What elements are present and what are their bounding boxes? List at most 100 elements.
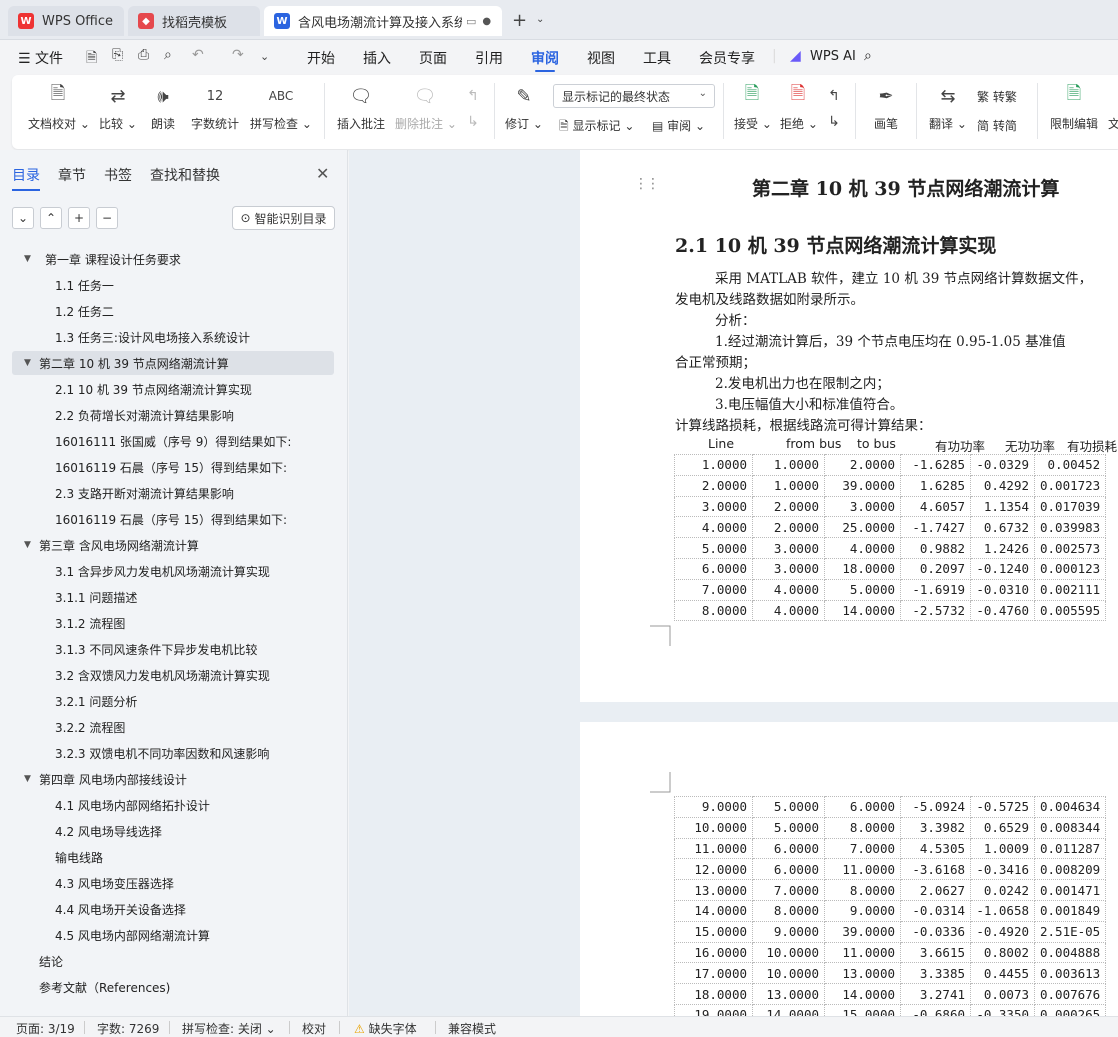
- spell-check-button[interactable]: ABC 拼写检查 ⌄: [250, 83, 312, 132]
- toc-item[interactable]: 2.2 负荷增长对潮流计算结果影响: [12, 403, 334, 427]
- tab-document[interactable]: W 含风电场潮流计算及接入系统设计 ▭ ●: [264, 6, 502, 36]
- missing-font-status[interactable]: ⚠ 缺失字体: [354, 1020, 417, 1037]
- smart-toc-button[interactable]: ⊙ 智能识别目录: [232, 206, 335, 230]
- toc-item[interactable]: 2.3 支路开断对潮流计算结果影响: [12, 481, 334, 505]
- new-tab-button[interactable]: +: [512, 10, 527, 31]
- expand-up-button[interactable]: ⌃: [40, 207, 62, 229]
- toc-item[interactable]: 4.3 风电场变压器选择: [12, 871, 334, 895]
- print-icon[interactable]: ⎙: [138, 47, 149, 63]
- tab-wps-office[interactable]: W WPS Office: [8, 6, 124, 36]
- tab-find-replace[interactable]: 查找和替换: [150, 165, 220, 185]
- word-count-button[interactable]: 12 字数统计: [190, 83, 240, 132]
- toc-item[interactable]: 参考文献（References): [12, 975, 334, 999]
- quick-access-chevron-icon[interactable]: ⌄: [260, 50, 269, 63]
- toc-item[interactable]: ▼ 第四章 风电场内部接线设计: [12, 767, 334, 791]
- toc-item[interactable]: ▼ 第三章 含风电场网络潮流计算: [12, 533, 334, 557]
- toc-item[interactable]: 结论: [12, 949, 334, 973]
- table-header-from-bus: from bus: [786, 436, 842, 451]
- toc-item[interactable]: ▼ 第一章 课程设计任务要求: [12, 247, 334, 271]
- toc-item[interactable]: 1.3 任务三:设计风电场接入系统设计: [12, 325, 334, 349]
- compare-button[interactable]: ⇄ 比较 ⌄: [96, 83, 140, 132]
- to-traditional-button[interactable]: 繁 转繁: [977, 88, 1017, 105]
- toc-item[interactable]: 16016111 张国威（序号 9）得到结果如下:: [12, 429, 334, 453]
- toc-item[interactable]: 3.2.3 双馈电机不同功率因数和风速影响: [12, 741, 334, 765]
- ink-button[interactable]: ✒ 画笔: [870, 83, 902, 132]
- toc-item[interactable]: 1.1 任务一: [12, 273, 334, 297]
- tab-templates[interactable]: ◆ 找稻壳模板: [128, 6, 260, 36]
- menu-member[interactable]: 会员专享: [699, 48, 755, 68]
- tab-list-chevron-icon[interactable]: ⌄: [536, 14, 544, 25]
- restrict-edit-button[interactable]: 🗎 限制编辑: [1048, 83, 1100, 132]
- print-preview-icon[interactable]: ⌕: [164, 47, 172, 63]
- menu-start[interactable]: 开始: [307, 48, 335, 68]
- revision-nav-buttons[interactable]: ↰ ↳: [824, 83, 844, 135]
- undo-icon[interactable]: ↶: [192, 47, 204, 63]
- toc-expand-icon[interactable]: ▼: [24, 540, 31, 550]
- share-icon[interactable]: ⎘: [112, 47, 123, 63]
- table-cell: 16.0000: [674, 941, 753, 964]
- tab-bookmarks[interactable]: 书签: [104, 165, 132, 185]
- page-indicator[interactable]: 页面: 3/19: [16, 1020, 75, 1037]
- proof-status[interactable]: 校对: [302, 1020, 326, 1037]
- toc-item[interactable]: ▼ 第二章 10 机 39 节点网络潮流计算: [12, 351, 334, 375]
- remove-heading-button[interactable]: −: [96, 207, 118, 229]
- toc-item[interactable]: 4.5 风电场内部网络潮流计算: [12, 923, 334, 947]
- toc-item[interactable]: 3.2 含双馈风力发电机风场潮流计算实现: [12, 663, 334, 687]
- monitor-icon[interactable]: ▭: [466, 15, 476, 28]
- wps-ai-button[interactable]: WPS AI: [810, 49, 856, 64]
- add-heading-button[interactable]: +: [68, 207, 90, 229]
- toc-item-label: 4.2 风电场导线选择: [55, 824, 162, 839]
- toc-item[interactable]: 16016119 石晨（序号 15）得到结果如下:: [12, 507, 334, 531]
- toc-item[interactable]: 3.2.2 流程图: [12, 715, 334, 739]
- insert-comment-button[interactable]: 🗨 插入批注: [335, 83, 387, 132]
- search-icon[interactable]: ⌕: [864, 48, 872, 64]
- revise-button[interactable]: ✎ 修订 ⌄: [504, 83, 544, 132]
- review-pane-button[interactable]: ▤ 审阅 ⌄: [652, 117, 705, 134]
- markup-state-select[interactable]: 显示标记的最终状态 ⌄: [553, 84, 715, 108]
- show-markup-button[interactable]: 🗎 显示标记 ⌄: [559, 117, 634, 138]
- comment-nav-buttons[interactable]: ↰ ↳: [463, 83, 483, 135]
- toc-item[interactable]: 4.2 风电场导线选择: [12, 819, 334, 843]
- toc-item[interactable]: 3.1.2 流程图: [12, 611, 334, 635]
- close-icon[interactable]: ✕: [316, 164, 329, 183]
- toc-item[interactable]: 4.4 风电场开关设备选择: [12, 897, 334, 921]
- tab-sections[interactable]: 章节: [58, 165, 86, 185]
- menu-tools[interactable]: 工具: [643, 48, 671, 68]
- save-icon[interactable]: 🗎: [86, 47, 97, 71]
- accept-button[interactable]: 🗎 接受 ⌄: [734, 83, 772, 132]
- word-count-status[interactable]: 字数: 7269: [97, 1020, 159, 1037]
- toc-item[interactable]: 2.1 10 机 39 节点网络潮流计算实现: [12, 377, 334, 401]
- paragraph: 3.电压幅值大小和标准值符合。: [715, 397, 904, 413]
- menu-references[interactable]: 引用: [475, 48, 503, 68]
- doc-proofread-button[interactable]: 🗎 文档校对 ⌄: [28, 83, 90, 132]
- table-cell: 7.0000: [674, 578, 753, 601]
- menu-review[interactable]: 审阅: [531, 48, 559, 72]
- unsaved-dot-icon[interactable]: ●: [482, 16, 491, 27]
- to-simplified-button[interactable]: 简 转简: [977, 117, 1017, 134]
- reject-button[interactable]: 🗎 拒绝 ⌄: [780, 83, 818, 132]
- file-menu[interactable]: ☰ 文件: [18, 48, 63, 68]
- toc-item[interactable]: 3.1 含异步风力发电机风场潮流计算实现: [12, 559, 334, 583]
- translate-button[interactable]: ⇆ 翻译 ⌄: [928, 83, 968, 132]
- menu-page[interactable]: 页面: [419, 48, 447, 68]
- menu-insert[interactable]: 插入: [363, 48, 391, 68]
- toc-item[interactable]: 输电线路: [12, 845, 334, 869]
- collapse-all-button[interactable]: ⌄: [12, 207, 34, 229]
- toc-expand-icon[interactable]: ▼: [24, 358, 31, 368]
- toc-item[interactable]: 16016119 石晨（序号 15）得到结果如下:: [12, 455, 334, 479]
- toc-item[interactable]: 1.2 任务二: [12, 299, 334, 323]
- tab-toc[interactable]: 目录: [12, 165, 40, 191]
- spell-check-status[interactable]: 拼写检查: 关闭 ⌄: [182, 1020, 276, 1037]
- drag-handle-icon[interactable]: ⋮⋮: [634, 176, 660, 192]
- toc-item[interactable]: 3.1.3 不同风速条件下异步发电机比较: [12, 637, 334, 661]
- toc-expand-icon[interactable]: ▼: [24, 774, 31, 784]
- toc-item[interactable]: 3.1.1 问题描述: [12, 585, 334, 609]
- redo-icon[interactable]: ↷: [232, 47, 244, 63]
- toc-item[interactable]: 4.1 风电场内部网络拓扑设计: [12, 793, 334, 817]
- menu-view[interactable]: 视图: [587, 48, 615, 68]
- delete-comment-button[interactable]: 🗨 删除批注 ⌄: [395, 83, 457, 132]
- read-aloud-button[interactable]: 🕪 朗读: [148, 83, 178, 132]
- toc-expand-icon[interactable]: ▼: [24, 254, 31, 264]
- more-ribbon-button[interactable]: 文: [1108, 83, 1118, 132]
- toc-item[interactable]: 3.2.1 问题分析: [12, 689, 334, 713]
